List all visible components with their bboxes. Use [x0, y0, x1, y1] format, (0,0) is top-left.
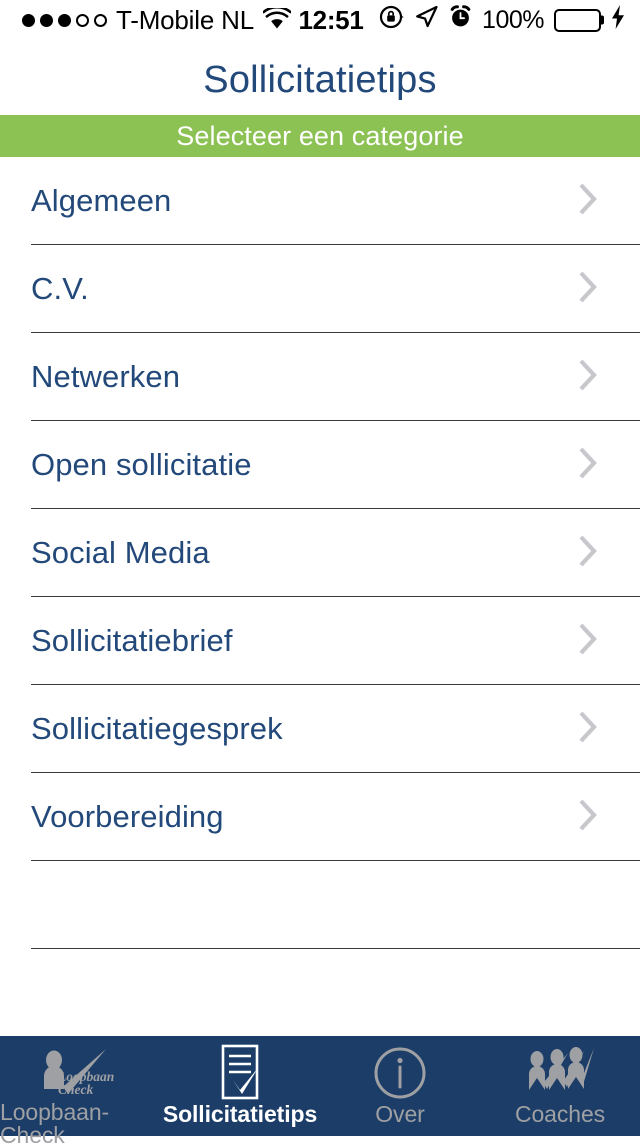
- battery-full-icon: [554, 8, 604, 32]
- list-item-social-media[interactable]: Social Media: [0, 509, 640, 597]
- list-item-sollicitatiebrief[interactable]: Sollicitatiebrief: [0, 597, 640, 685]
- chevron-right-icon: [578, 534, 598, 573]
- tab-label: Loopbaan-Check: [0, 1099, 110, 1148]
- status-bar-time: 12:51: [298, 4, 364, 35]
- chevron-right-icon: [578, 622, 598, 661]
- svg-text:Check: Check: [58, 1082, 93, 1097]
- lightning-bolt-icon: [610, 4, 626, 37]
- signal-dot-4: [76, 13, 89, 27]
- list-item-label: Voorbereiding: [31, 798, 224, 834]
- list-item-algemeen[interactable]: Algemeen: [0, 157, 640, 245]
- signal-strength-dots: [22, 13, 107, 27]
- rotation-lock-icon: [379, 4, 405, 37]
- list-item-label: Social Media: [31, 534, 210, 570]
- status-bar-right: 100%: [379, 4, 626, 37]
- chevron-right-icon: [578, 798, 598, 837]
- list-item-open-sollicitatie[interactable]: Open sollicitatie: [0, 421, 640, 509]
- signal-dot-5: [94, 13, 107, 27]
- chevron-right-icon: [578, 358, 598, 397]
- location-arrow-icon: [414, 4, 439, 36]
- tab-over[interactable]: Over: [320, 1036, 480, 1136]
- chevron-right-icon: [578, 446, 598, 485]
- tab-sollicitatietips[interactable]: Sollicitatietips: [160, 1036, 320, 1136]
- signal-dot-1: [22, 13, 35, 27]
- battery-percent-label: 100%: [482, 5, 544, 34]
- list-item-label: Sollicitatiebrief: [31, 622, 233, 658]
- tab-loopbaan-check[interactable]: Loopbaan Check Loopbaan-Check: [0, 1036, 160, 1147]
- three-people-checkmark-icon: [524, 1045, 596, 1101]
- signal-dot-2: [40, 13, 53, 27]
- status-bar: T-Mobile NL 12:51 100%: [0, 0, 640, 40]
- carrier-name: T-Mobile NL: [116, 4, 254, 35]
- status-bar-left: T-Mobile NL: [22, 4, 292, 36]
- page-title: Sollicitatietips: [203, 59, 437, 101]
- document-checkmark-icon: [214, 1044, 266, 1101]
- chevron-right-icon: [578, 270, 598, 309]
- list-item-cv[interactable]: C.V.: [0, 245, 640, 333]
- tab-label: Coaches: [514, 1101, 606, 1127]
- tab-bar: Loopbaan Check Loopbaan-Check Sollicitat…: [0, 1036, 640, 1147]
- category-list: Algemeen C.V. Netwerken Open sollicitati…: [0, 157, 640, 949]
- list-item-label: Netwerken: [31, 358, 181, 394]
- list-item-label: Open sollicitatie: [31, 446, 252, 482]
- list-item-netwerken[interactable]: Netwerken: [0, 333, 640, 421]
- tab-label: Sollicitatietips: [162, 1101, 318, 1127]
- signal-dot-3: [58, 13, 71, 27]
- info-circle-icon: [372, 1045, 428, 1101]
- category-banner: Selecteer een categorie: [0, 115, 640, 157]
- list-item-voorbereiding[interactable]: Voorbereiding: [0, 773, 640, 861]
- chevron-right-icon: [578, 710, 598, 749]
- list-item-sollicitatiegesprek[interactable]: Sollicitatiegesprek: [0, 685, 640, 773]
- list-item-label: Sollicitatiegesprek: [31, 710, 283, 746]
- alarm-clock-icon: [448, 4, 473, 36]
- tab-label: Over: [375, 1101, 425, 1127]
- list-item-label: Algemeen: [31, 182, 172, 218]
- tab-coaches[interactable]: Coaches: [480, 1036, 640, 1136]
- list-item-label: C.V.: [31, 270, 89, 306]
- loopbaan-check-logo-icon: Loopbaan Check: [24, 1045, 136, 1099]
- chevron-right-icon: [578, 182, 598, 221]
- list-item-empty: [0, 861, 640, 949]
